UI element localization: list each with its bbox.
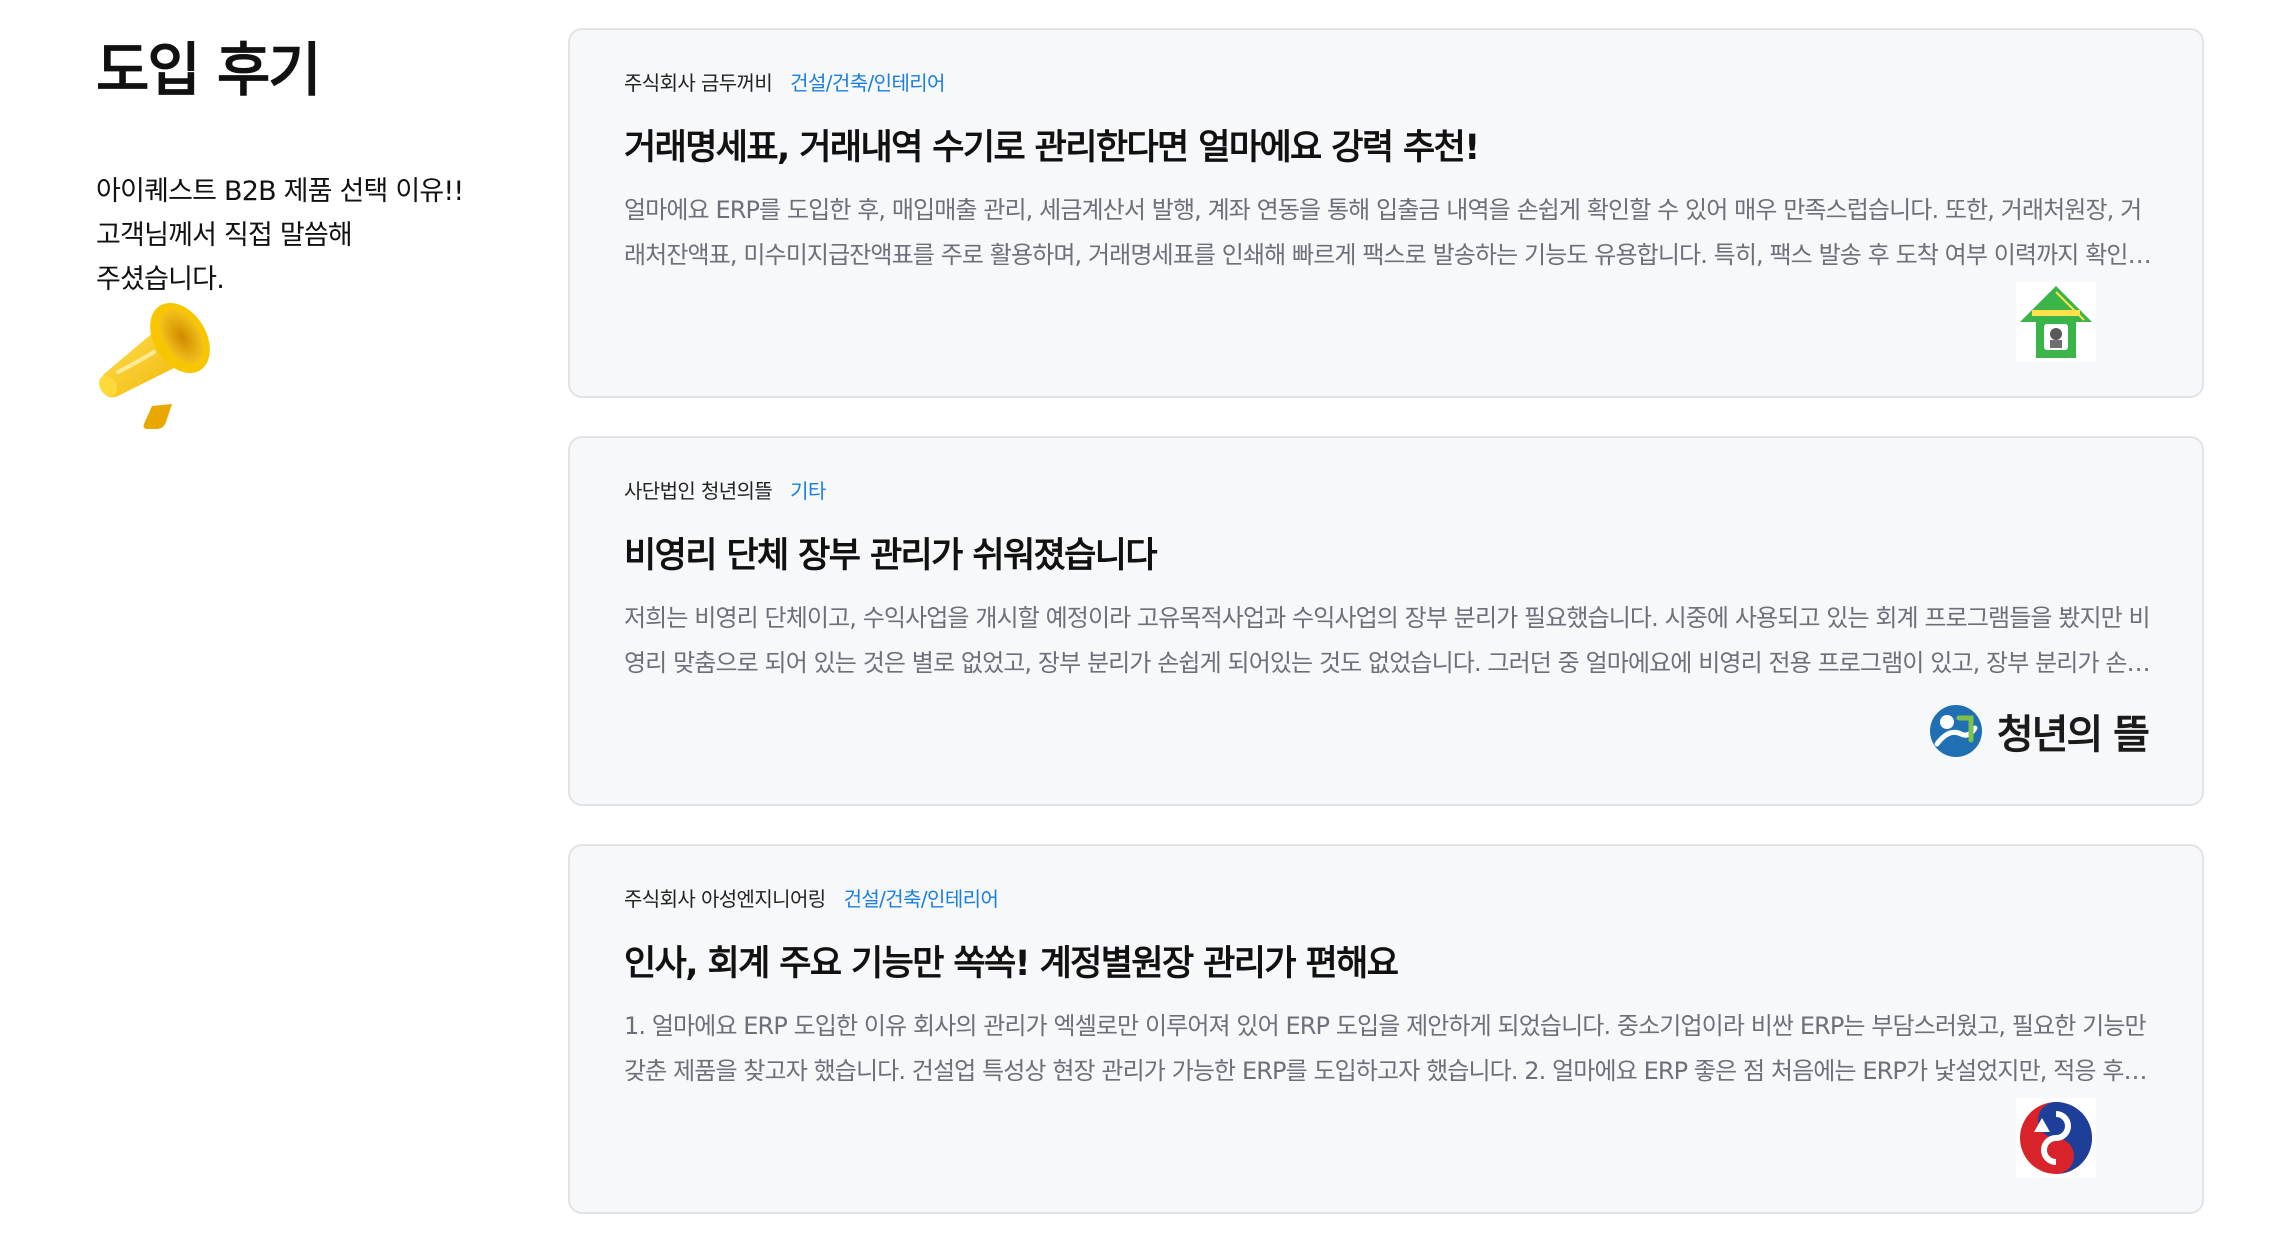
company-name: 사단법인 청년의뜰: [624, 478, 773, 503]
review-meta: 주식회사 아성엔지니어링 건설/건축/인테리어: [624, 880, 2148, 914]
intro-line: 고객님께서 직접 말씀해: [96, 220, 353, 251]
megaphone-icon: [99, 302, 210, 429]
youth-garden-logo-text: 청년의 뜰: [1996, 711, 2150, 758]
company-name: 주식회사 금두꺼비: [624, 70, 773, 95]
asung-engineering-logo: [2016, 1098, 2096, 1178]
review-meta: 사단법인 청년의뜰 기타: [624, 472, 2148, 506]
youth-garden-logo: 청년의 뜰: [1929, 702, 2150, 760]
review-title: 인사, 회계 주요 기능만 쏙쏙! 계정별원장 관리가 편해요: [624, 944, 1399, 984]
review-body: 얼마에요 ERP를 도입한 후, 매입매출 관리, 세금계산서 발행, 계좌 연…: [624, 196, 2150, 269]
category-tag[interactable]: 건설/건축/인테리어: [844, 883, 999, 912]
youth-garden-emblem-icon: [1929, 705, 1982, 757]
category-tag[interactable]: 건설/건축/인테리어: [790, 67, 945, 96]
category-tag[interactable]: 기타: [790, 475, 826, 504]
review-card[interactable]: 주식회사 아성엔지니어링 건설/건축/인테리어 인사, 회계 주요 기능만 쏙쏙…: [568, 844, 2204, 1214]
review-body: 저희는 비영리 단체이고, 수익사업을 개시할 예정이라 고유목적사업과 수익사…: [624, 604, 2151, 677]
review-meta: 주식회사 금두꺼비 건설/건축/인테리어: [624, 64, 2148, 98]
review-title: 거래명세표, 거래내역 수기로 관리한다면 얼마에요 강력 추천!: [624, 128, 1480, 168]
review-card[interactable]: 주식회사 금두꺼비 건설/건축/인테리어 거래명세표, 거래내역 수기로 관리한…: [568, 28, 2204, 398]
intro-section: 도입 후기 아이퀘스트 B2B 제품 선택 이유!! 고객님께서 직접 말씀해 …: [96, 30, 516, 302]
intro-line: 아이퀘스트 B2B 제품 선택 이유!!: [96, 176, 464, 207]
company-name: 주식회사 아성엔지니어링: [624, 886, 826, 911]
page-title: 도입 후기: [96, 36, 322, 104]
review-list: 주식회사 금두꺼비 건설/건축/인테리어 거래명세표, 거래내역 수기로 관리한…: [568, 28, 2204, 1252]
green-house-logo: [2016, 282, 2096, 362]
review-body: 1. 얼마에요 ERP 도입한 이유 회사의 관리가 엑셀로만 이루어져 있어 …: [624, 1012, 2147, 1085]
review-card[interactable]: 사단법인 청년의뜰 기타 비영리 단체 장부 관리가 쉬워졌습니다 저희는 비영…: [568, 436, 2204, 806]
intro-line: 주셨습니다.: [96, 264, 225, 295]
intro-text: 아이퀘스트 B2B 제품 선택 이유!! 고객님께서 직접 말씀해 주셨습니다.: [96, 170, 516, 302]
review-title: 비영리 단체 장부 관리가 쉬워졌습니다: [624, 536, 1158, 576]
